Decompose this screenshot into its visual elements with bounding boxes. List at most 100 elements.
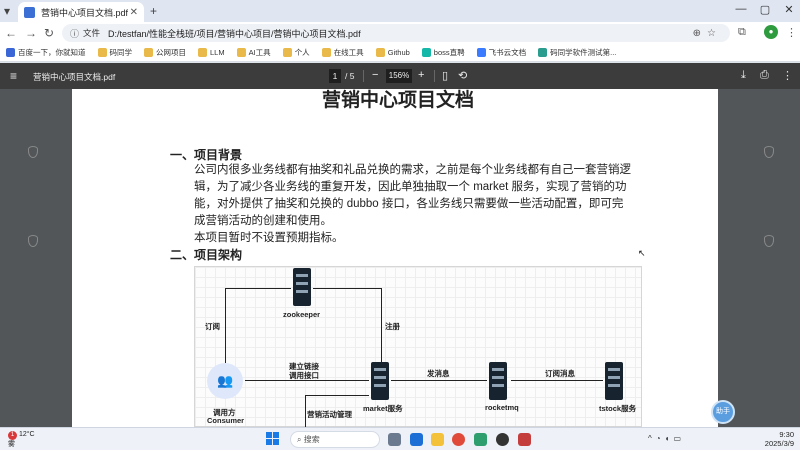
- print-icon[interactable]: ⎙: [760, 69, 769, 82]
- clock-date: 2025/3/9: [764, 439, 794, 448]
- app-icon[interactable]: [474, 433, 487, 446]
- extensions-icon[interactable]: ⧉: [738, 26, 746, 39]
- more-actions-icon[interactable]: ⋮: [782, 69, 793, 82]
- app-icon[interactable]: [496, 433, 509, 446]
- page-number-input[interactable]: 1: [329, 69, 341, 83]
- tstock-label: tstock服务: [599, 404, 637, 413]
- register-label: 注册: [385, 322, 400, 331]
- zoom-in-button[interactable]: +: [418, 69, 424, 81]
- mouse-cursor-icon: ↖: [638, 248, 646, 258]
- translate-icon[interactable]: ⊕: [693, 28, 707, 39]
- paragraph-line: 公司内很多业务线都有抽奖和礼品兑换的需求，之前是每个业务线都有自己一套营销逻: [194, 164, 631, 176]
- browser-tab[interactable]: 营销中心项目文档.pdf ✕: [18, 2, 144, 22]
- url-text[interactable]: D:/testfan/性能全栈班/项目/营销中心项目/营销中心项目文档.pdf: [108, 27, 693, 40]
- page-total: / 5: [345, 71, 355, 81]
- bookmark-item[interactable]: 飞书云文档: [476, 47, 526, 58]
- battery-icon[interactable]: ▭: [673, 434, 685, 443]
- avatar[interactable]: ●: [764, 25, 778, 39]
- weather-temp: 12°C: [18, 431, 35, 438]
- zoom-out-button[interactable]: −: [372, 69, 378, 81]
- paragraph-line: 成营销活动的创建和使用。: [194, 215, 332, 227]
- wifi-icon[interactable]: ◔: [656, 434, 665, 443]
- shield-icon: [28, 146, 38, 158]
- maximize-icon[interactable]: ▢: [754, 3, 776, 16]
- subscribe-label: 订阅: [205, 322, 220, 331]
- notification-badge: 1: [8, 431, 17, 440]
- bookmark-item[interactable]: 码同学: [97, 47, 132, 58]
- site-label: 文件: [83, 28, 101, 38]
- market-server-icon: [371, 362, 389, 400]
- bookmark-item[interactable]: 公网项目: [144, 47, 186, 58]
- app-icon[interactable]: [518, 433, 531, 446]
- activity-management-label: 营销活动管理: [307, 410, 352, 419]
- taskbar: 1 12°C 雾 ⌕ 搜索 ^◔◖▭ 9:30 2025/3/9: [0, 427, 800, 450]
- connector-line: [305, 395, 306, 427]
- section-heading: 一、项目背景: [170, 148, 243, 162]
- system-tray[interactable]: ^◔◖▭: [648, 434, 685, 443]
- send-message-label: 发消息: [427, 369, 450, 378]
- fit-page-icon[interactable]: ▯: [442, 69, 448, 82]
- bookmark-label: Github: [387, 48, 410, 57]
- bookmark-item[interactable]: boss直聘: [421, 47, 465, 58]
- folder-icon: [476, 48, 486, 57]
- rotate-icon[interactable]: ⟲: [458, 69, 467, 82]
- download-icon[interactable]: ⤓: [741, 69, 746, 82]
- bookmark-item[interactable]: 码同学软件测试第...: [538, 47, 616, 58]
- back-icon[interactable]: ←: [4, 26, 18, 40]
- pdf-file-name: 营销中心项目文档.pdf: [33, 72, 116, 82]
- bookmark-label: 公网项目: [156, 48, 186, 57]
- subscribe-message-label: 订阅消息: [545, 369, 575, 378]
- plus-icon[interactable]: +: [150, 4, 157, 18]
- close-window-icon[interactable]: ✕: [778, 3, 800, 16]
- toolbar-divider: [434, 70, 435, 82]
- bookmark-label: 码同学软件测试第...: [550, 48, 617, 57]
- folder-icon: [282, 48, 292, 57]
- search-placeholder: 搜索: [303, 435, 320, 444]
- consumer-icon: 👥: [207, 363, 243, 399]
- zoom-input[interactable]: 156%: [386, 69, 412, 83]
- chevron-up-icon[interactable]: ^: [648, 434, 656, 443]
- close-icon[interactable]: ✕: [130, 7, 138, 18]
- weather-widget[interactable]: 1 12°C 雾: [8, 430, 35, 449]
- more-menu-icon[interactable]: ⋮: [786, 26, 797, 39]
- star-icon[interactable]: ☆: [707, 28, 722, 39]
- task-view-icon[interactable]: [388, 433, 401, 446]
- reload-icon[interactable]: ↻: [42, 26, 56, 40]
- bookmark-item[interactable]: AI工具: [236, 47, 271, 58]
- paragraph-line: 能，对外提供了抽奖和兑换的 dubbo 接口，各业务线只需要做一些活动配置，即可…: [194, 198, 624, 210]
- section-heading: 二、项目架构: [170, 248, 243, 262]
- clock-time: 9:30: [779, 430, 794, 439]
- rocketmq-label: rocketmq: [485, 403, 519, 412]
- address-bar[interactable]: ⓘ 文件 D:/testfan/性能全栈班/项目/营销中心项目/营销中心项目文档…: [62, 24, 730, 42]
- rocketmq-server-icon: [489, 362, 507, 400]
- document-title: 营销中心项目文档: [322, 90, 475, 111]
- bookmark-item[interactable]: Github: [375, 48, 410, 57]
- clock[interactable]: 9:30 2025/3/9: [754, 430, 794, 448]
- bookmark-item[interactable]: 百度一下，你就知道: [6, 47, 86, 58]
- taskbar-search[interactable]: ⌕ 搜索: [290, 431, 380, 448]
- paragraph-line: 本项目暂时不设置预期指标。: [194, 232, 344, 244]
- folder-icon: [538, 48, 548, 57]
- bookmark-item[interactable]: LLM: [198, 48, 225, 57]
- edge-icon[interactable]: [410, 433, 423, 446]
- info-icon[interactable]: ⓘ: [70, 27, 79, 40]
- bookmark-item[interactable]: 在线工具: [321, 47, 364, 58]
- tab-title: 营销中心项目文档.pdf: [41, 7, 129, 18]
- file-explorer-icon[interactable]: [431, 433, 444, 446]
- forward-icon[interactable]: →: [24, 26, 38, 40]
- windows-start-icon[interactable]: [266, 432, 280, 446]
- tab-search-icon[interactable]: ▾: [4, 4, 10, 18]
- baidu-icon: [6, 48, 15, 57]
- bookmark-item[interactable]: 个人: [282, 47, 310, 58]
- connector-line: [305, 395, 369, 396]
- minimize-icon[interactable]: —: [730, 3, 752, 15]
- paragraph-line: 辑，为了减少各业务线的重复开发，因此单独抽取一个 market 服务，实现了营销…: [194, 181, 627, 193]
- chrome-icon[interactable]: [452, 433, 465, 446]
- menu-icon[interactable]: ≡: [10, 69, 17, 83]
- invoke-label: 调用接口: [289, 371, 319, 380]
- consumer-label-en: Consumer: [207, 416, 245, 425]
- tab-strip: ▾ 营销中心项目文档.pdf ✕ + — ▢ ✕: [0, 0, 800, 22]
- market-label: market服务: [363, 404, 403, 413]
- background-paragraph: 公司内很多业务线都有抽奖和礼品兑换的需求，之前是每个业务线都有自己一套营销逻 辑…: [194, 162, 634, 247]
- assistant-button[interactable]: 助手: [711, 400, 735, 424]
